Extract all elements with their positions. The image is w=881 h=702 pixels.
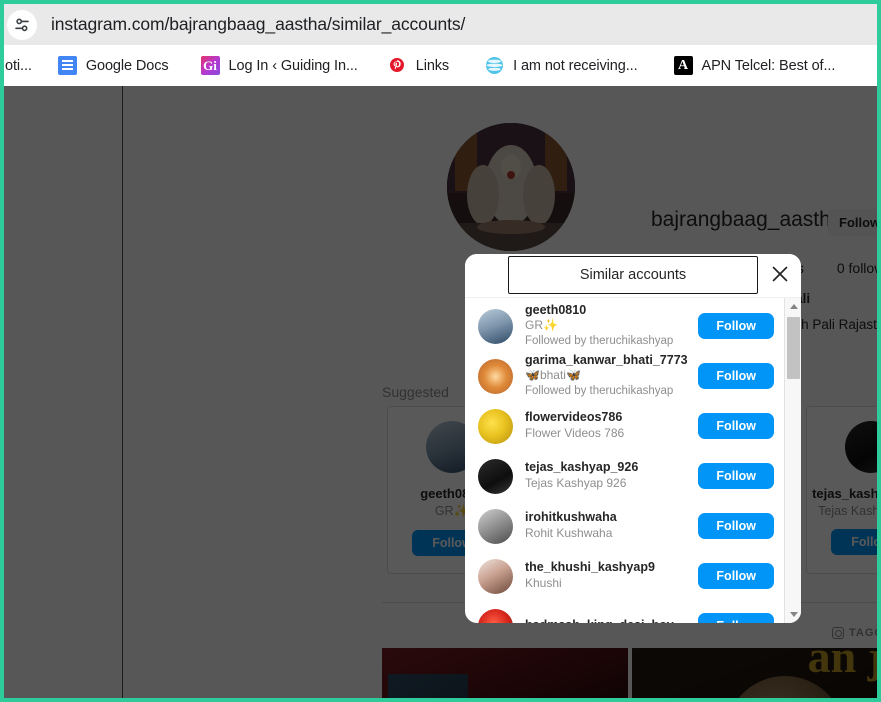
guiding-in-icon: Gi — [200, 56, 220, 75]
bookmark-item-guiding-in[interactable]: Gi Log In ‹ Guiding In... — [194, 52, 365, 80]
list-item[interactable]: the_khushi_kashyap9 Khushi Follow — [465, 551, 784, 601]
account-name: Rohit Kushwaha — [525, 526, 613, 541]
follow-button[interactable]: Follow — [698, 513, 774, 539]
bookmark-label: Log In ‹ Guiding In... — [228, 57, 358, 74]
bookmark-label: I am not receiving... — [513, 57, 638, 74]
follow-button[interactable]: Follow — [698, 363, 774, 389]
bookmark-item-oti[interactable]: oti... — [4, 52, 39, 80]
bookmark-item-links[interactable]: Links — [381, 52, 456, 80]
tune-sliders-icon[interactable] — [7, 9, 37, 40]
dialog-title: Similar accounts — [579, 267, 687, 283]
follow-button[interactable]: Follow — [698, 463, 774, 489]
bookmarks-bar: oti... Google Docs Gi Log In ‹ Guiding I… — [4, 45, 877, 86]
account-avatar[interactable] — [478, 358, 513, 394]
follow-button[interactable]: Follow — [698, 563, 774, 589]
similar-accounts-list: geeth0810 GR✨ Followed by theruchikashya… — [465, 298, 784, 623]
account-username[interactable]: the_khushi_kashyap9 — [525, 560, 698, 576]
omnibox[interactable]: instagram.com/bajrangbaag_aastha/similar… — [4, 4, 877, 45]
account-name: Tejas Kashyap 926 — [525, 476, 627, 491]
scroll-up-arrow-icon[interactable] — [785, 298, 801, 315]
account-username[interactable]: flowervideos786 — [525, 410, 698, 426]
account-avatar[interactable] — [478, 608, 513, 623]
account-avatar[interactable] — [478, 408, 513, 444]
account-avatar[interactable] — [478, 558, 513, 594]
bookmark-label: APN Telcel: Best of... — [701, 57, 836, 74]
scrollbar-thumb[interactable] — [787, 317, 800, 379]
account-name: Flower Videos 786 — [525, 426, 625, 441]
similar-accounts-dialog: Similar accounts geeth0810 GR✨ Followed … — [465, 254, 801, 623]
page-viewport: bajrangbaag_aastha Following 6 posts 18 … — [4, 86, 877, 698]
apn-telcel-icon: A — [673, 56, 693, 75]
account-followed-by: Followed by theruchikashyap — [525, 334, 674, 347]
account-followed-by: Followed by theruchikashyap — [525, 384, 674, 397]
bookmark-item-google-docs[interactable]: Google Docs — [51, 52, 176, 80]
account-username[interactable]: badmash_king_desi_boy — [525, 618, 698, 623]
list-item[interactable]: irohitkushwaha Rohit Kushwaha Follow — [465, 501, 784, 551]
list-item[interactable]: flowervideos786 Flower Videos 786 Follow — [465, 401, 784, 451]
account-name: Khushi — [525, 576, 562, 591]
scroll-down-arrow-icon[interactable] — [785, 606, 801, 623]
follow-button[interactable]: Follow — [698, 613, 774, 623]
pinterest-links-icon — [388, 56, 407, 75]
follow-button[interactable]: Follow — [698, 313, 774, 339]
account-username[interactable]: tejas_kashyap_926 — [525, 460, 698, 476]
screenshot-root: instagram.com/bajrangbaag_aastha/similar… — [0, 0, 881, 702]
bookmark-item-att[interactable]: I am not receiving... — [478, 52, 644, 80]
account-avatar[interactable] — [478, 308, 513, 344]
att-icon — [485, 56, 504, 75]
list-item[interactable]: tejas_kashyap_926 Tejas Kashyap 926 Foll… — [465, 451, 784, 501]
close-icon[interactable] — [769, 263, 791, 285]
follow-button[interactable]: Follow — [698, 413, 774, 439]
list-item[interactable]: geeth0810 GR✨ Followed by theruchikashya… — [465, 301, 784, 351]
dialog-title-box: Similar accounts — [508, 256, 758, 294]
account-username[interactable]: irohitkushwaha — [525, 510, 698, 526]
account-avatar[interactable] — [478, 458, 513, 494]
dialog-scrollbar[interactable] — [784, 298, 801, 623]
bookmark-label: Google Docs — [85, 57, 169, 74]
bookmark-label: Links — [415, 57, 450, 74]
account-name: GR✨ — [525, 318, 558, 333]
list-item[interactable]: badmash_king_desi_boy Follow — [465, 601, 784, 623]
account-avatar[interactable] — [478, 508, 513, 544]
url-text[interactable]: instagram.com/bajrangbaag_aastha/similar… — [51, 14, 465, 35]
account-username[interactable]: garima_kanwar_bhati_7773 — [525, 353, 698, 369]
list-item[interactable]: garima_kanwar_bhati_7773 🦋bhati🦋 Followe… — [465, 351, 784, 401]
bookmark-item-apn-telcel[interactable]: A APN Telcel: Best of... — [667, 52, 843, 80]
google-docs-icon — [57, 56, 77, 75]
account-username[interactable]: geeth0810 — [525, 303, 698, 319]
dialog-body: geeth0810 GR✨ Followed by theruchikashya… — [465, 298, 801, 623]
account-name: 🦋bhati🦋 — [525, 368, 581, 383]
dialog-header: Similar accounts — [465, 254, 801, 297]
bookmark-label: oti... — [5, 57, 32, 74]
